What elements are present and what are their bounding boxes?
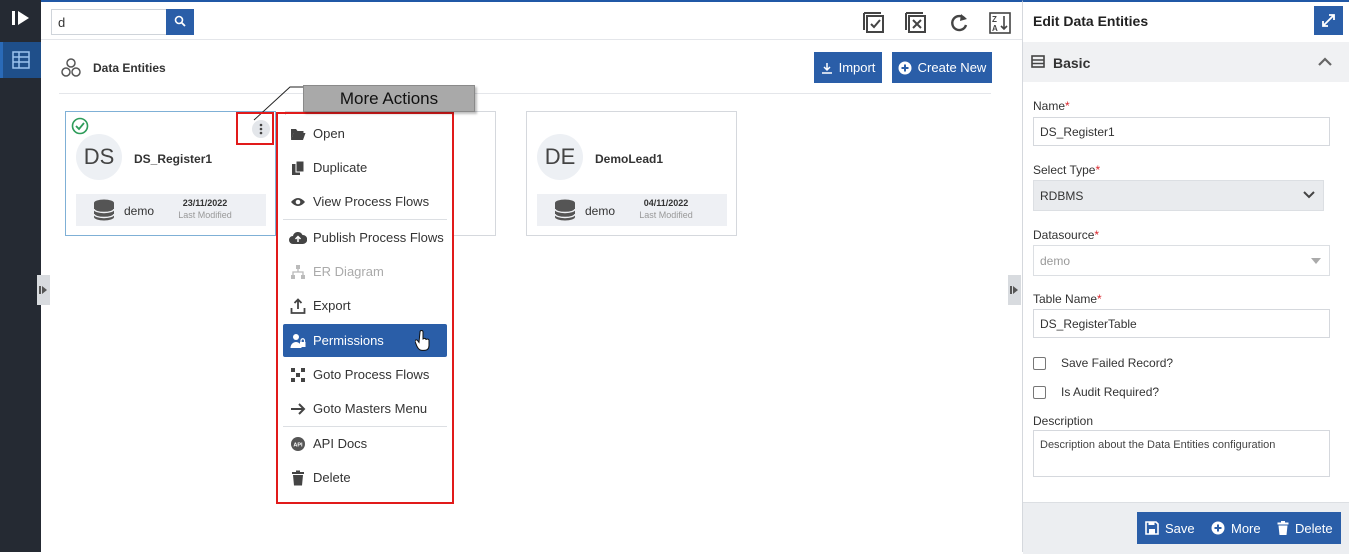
card-datasource: demo: [585, 204, 616, 218]
select-type-value: RDBMS: [1040, 188, 1084, 203]
page-title: Data Entities: [93, 61, 166, 75]
plus-circle-icon: [898, 61, 912, 74]
caret-down-icon: [1311, 258, 1321, 264]
card-date-label: Last Modified: [639, 210, 693, 220]
save-button[interactable]: Save: [1137, 512, 1203, 544]
more-button[interactable]: More: [1203, 512, 1269, 544]
table-name-field[interactable]: DS_RegisterTable: [1033, 309, 1330, 338]
refresh-icon[interactable]: [947, 11, 971, 35]
chevron-down-icon: [1303, 191, 1315, 199]
expand-right-icon: [39, 286, 47, 294]
import-button[interactable]: Import: [814, 52, 882, 83]
search-input[interactable]: [51, 9, 167, 35]
plus-circle-icon: [1211, 521, 1225, 535]
select-all-icon[interactable]: [862, 11, 886, 35]
card-datasource: demo: [124, 204, 155, 218]
more-actions-callout: More Actions: [303, 85, 475, 112]
highlight-box-menu: [276, 112, 454, 504]
database-icon: [93, 199, 115, 221]
download-icon: [821, 62, 832, 74]
save-icon: [1145, 521, 1159, 535]
name-field[interactable]: DS_Register1: [1033, 117, 1330, 146]
delete-button[interactable]: Delete: [1269, 512, 1341, 544]
audit-required-label: Is Audit Required?: [1061, 385, 1160, 399]
section-title: Basic: [1053, 55, 1091, 71]
card-footer: demo 23/11/2022 Last Modified: [76, 194, 266, 226]
panel-title: Edit Data Entities: [1033, 13, 1149, 29]
sidebar-item-data-entities[interactable]: [0, 42, 41, 78]
expand-right-icon: [1010, 286, 1018, 294]
deselect-all-icon[interactable]: [904, 11, 928, 35]
save-failed-checkbox[interactable]: [1033, 357, 1046, 370]
card-name: DemoLead1: [595, 152, 664, 166]
card-date: 23/11/2022: [182, 198, 228, 208]
app-logo-icon[interactable]: [8, 6, 34, 30]
create-new-button[interactable]: Create New: [892, 52, 992, 83]
edit-panel: Edit Data Entities Basic Name* DS_Regist…: [1022, 0, 1349, 554]
panel-header: Edit Data Entities: [1023, 2, 1349, 39]
save-failed-label: Save Failed Record?: [1061, 356, 1174, 370]
description-label: Description: [1033, 414, 1094, 428]
highlight-box-kebab: [236, 112, 274, 145]
create-new-label: Create New: [917, 60, 987, 75]
select-type-dropdown[interactable]: RDBMS: [1033, 180, 1324, 211]
card-date-label: Last Modified: [178, 210, 232, 220]
expand-panel-button[interactable]: [1314, 6, 1343, 35]
save-label: Save: [1165, 520, 1195, 536]
description-field[interactable]: Description about the Data Entities conf…: [1033, 430, 1330, 477]
data-entities-icon: [61, 58, 81, 77]
svg-text:A: A: [992, 24, 998, 33]
card-footer: demo 04/11/2022 Last Modified: [537, 194, 727, 226]
panel-footer: Save More Delete: [1023, 502, 1349, 554]
section-basic-header[interactable]: Basic: [1023, 42, 1349, 82]
card-date: 04/11/2022: [643, 198, 689, 208]
left-sidebar: [0, 0, 41, 552]
section-icon: [1031, 55, 1045, 68]
svg-text:Z: Z: [992, 15, 997, 24]
header-divider: [59, 93, 991, 94]
expand-icon: [1322, 14, 1335, 27]
avatar: DS: [76, 134, 122, 180]
more-label: More: [1231, 520, 1261, 536]
search-icon: [174, 15, 186, 27]
check-circle-icon: [71, 117, 89, 135]
delete-label: Delete: [1295, 520, 1333, 536]
import-label: Import: [838, 60, 876, 75]
database-icon: [554, 199, 576, 221]
card-name: DS_Register1: [134, 152, 213, 166]
select-type-label: Select Type*: [1033, 163, 1101, 177]
avatar: DE: [537, 134, 583, 180]
trash-icon: [1277, 521, 1289, 535]
datasource-dropdown[interactable]: demo: [1033, 245, 1330, 276]
main-content: ZA Data Entities Import Create New: [41, 0, 1022, 552]
table-name-label: Table Name*: [1033, 292, 1102, 306]
entity-card[interactable]: DE DemoLead1 demo 04/11/2022 Last Modifi…: [526, 111, 737, 236]
datasource-value: demo: [1040, 253, 1071, 268]
name-label: Name*: [1033, 99, 1070, 113]
sort-az-icon[interactable]: ZA: [988, 11, 1012, 35]
audit-required-checkbox[interactable]: [1033, 386, 1046, 399]
left-collapse-toggle[interactable]: [37, 275, 50, 305]
right-collapse-toggle[interactable]: [1008, 275, 1021, 305]
table-icon: [12, 51, 30, 69]
chevron-up-icon: [1318, 57, 1332, 66]
toolbar: ZA: [41, 2, 1022, 40]
search-button[interactable]: [166, 9, 194, 35]
datasource-label: Datasource*: [1033, 228, 1100, 242]
